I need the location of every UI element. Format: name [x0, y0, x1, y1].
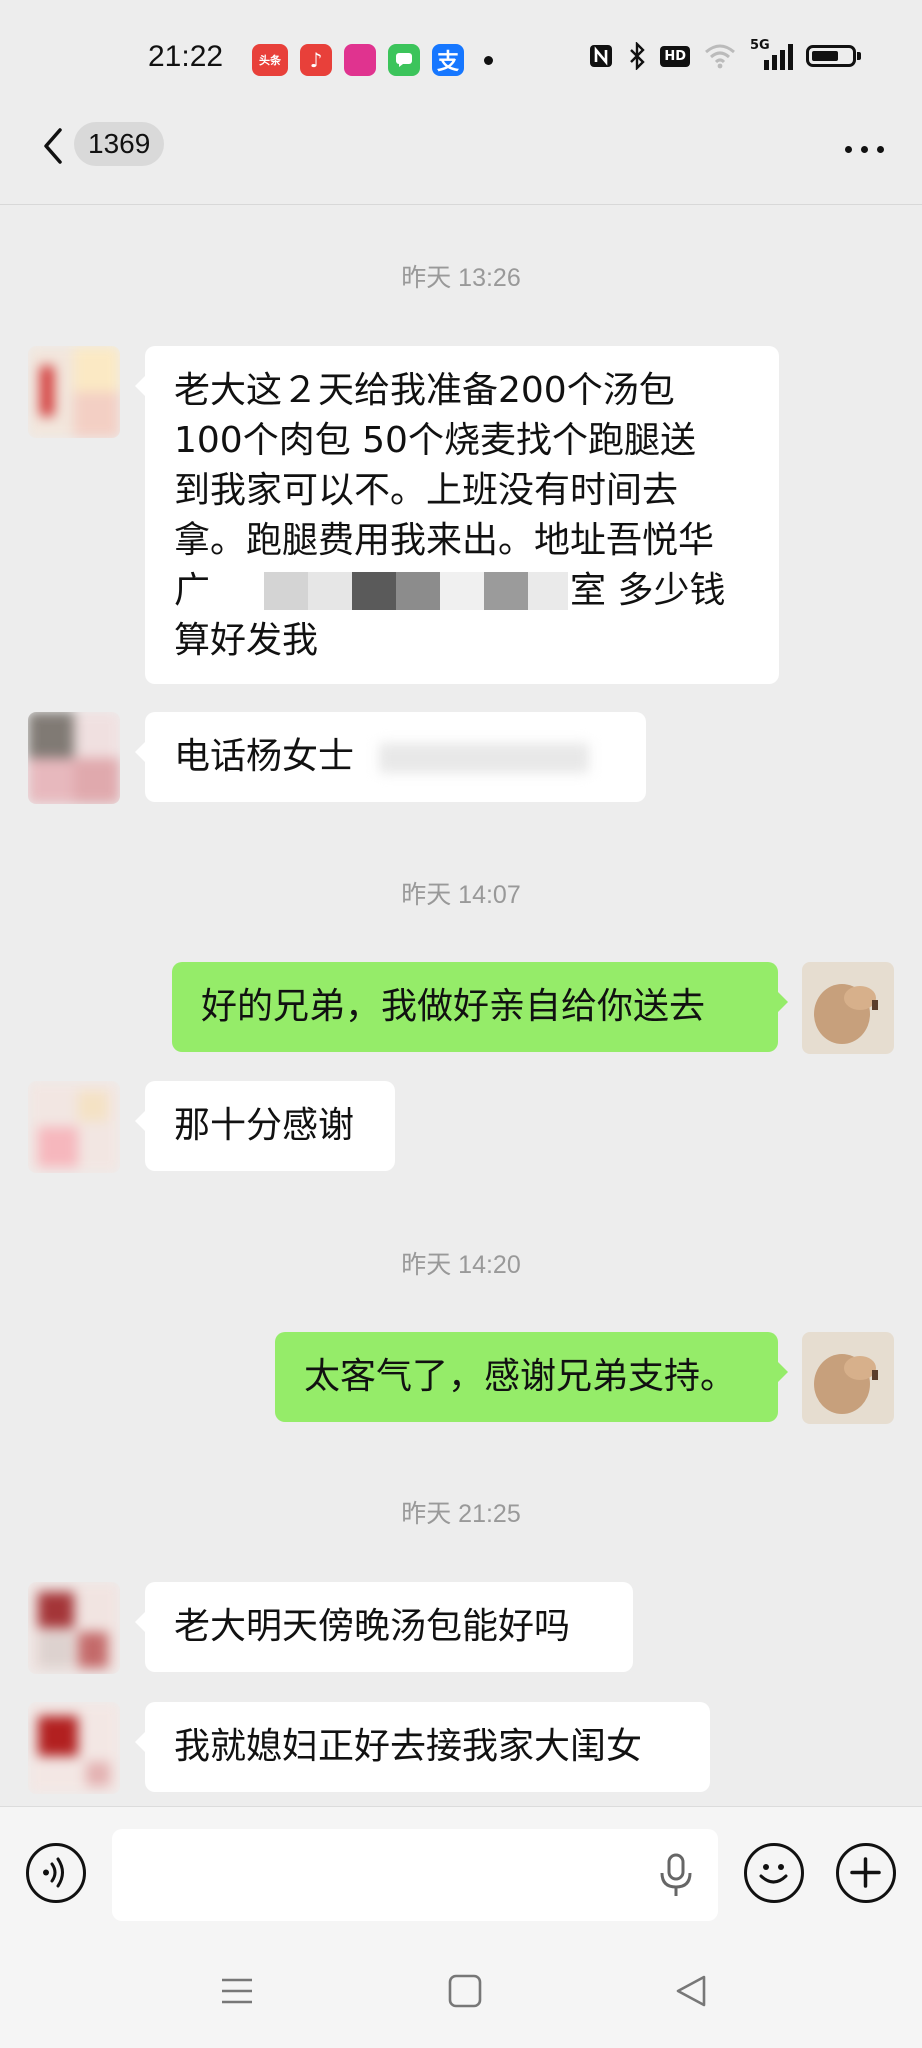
back-nav-icon[interactable] [674, 1974, 708, 2008]
more-notifications-dot [484, 55, 493, 65]
contact-avatar[interactable] [28, 346, 120, 438]
message-bubble[interactable]: 电话杨女士 [135, 712, 646, 802]
message-line: 到我家可以不。上班没有时间去 [174, 470, 679, 511]
contact-avatar[interactable] [28, 1582, 120, 1674]
chat-input-bar [0, 1806, 922, 1927]
redaction-mosaic [264, 572, 568, 610]
message-line: 老大这２天给我准备200个汤包 [174, 370, 675, 411]
bluetooth-icon [630, 42, 646, 70]
smiley-icon [759, 1864, 788, 1884]
timestamp: 昨天 14:07 [401, 881, 521, 909]
home-icon[interactable] [448, 1974, 482, 2008]
voice-waves-icon [43, 1857, 64, 1888]
nfc-icon [590, 45, 613, 67]
message-bubble[interactable]: 那十分感谢 [135, 1081, 395, 1171]
message-line: 算好发我 [174, 620, 319, 661]
redacted-phone-number [379, 743, 590, 773]
message-bubble[interactable]: 老大这２天给我准备200个汤包 100个肉包 50个烧麦找个跑腿送 到我家可以不… [135, 346, 779, 684]
notification-app-icons: 头条 ♪ 支 [252, 44, 493, 76]
contact-avatar[interactable] [28, 1702, 120, 1794]
hd-icon: HD [660, 45, 690, 67]
message-bubble[interactable]: 我就媳妇正好去接我家大闺女 [135, 1702, 710, 1792]
menu-icon[interactable] [220, 1976, 254, 2006]
timestamp: 昨天 13:26 [401, 264, 521, 292]
message-line: 拿。跑腿费用我来出。地址吾悦华 [174, 520, 715, 561]
message-bubble-self[interactable]: 太客气了，感谢兄弟支持。 [275, 1332, 788, 1422]
self-avatar[interactable] [802, 962, 894, 1054]
status-bar: 21:22 头条 ♪ 支 HD 5G [0, 0, 922, 120]
cellular-signal-icon: 5G [750, 38, 793, 70]
battery-icon [806, 45, 861, 67]
back-arrow-icon[interactable] [34, 124, 78, 168]
plus-icon [850, 1857, 881, 1888]
more-options-icon[interactable] [845, 146, 884, 153]
system-navigation-bar [0, 1926, 922, 2048]
system-status-icons: HD 5G [588, 38, 861, 70]
microphone-icon[interactable] [658, 1853, 694, 1899]
voice-mode-button[interactable] [26, 1843, 86, 1903]
contact-avatar[interactable] [28, 1081, 120, 1173]
messages-icon [388, 44, 420, 76]
timestamp: 昨天 21:25 [401, 1500, 521, 1528]
music-icon: ♪ [300, 44, 332, 76]
toutiao-icon: 头条 [252, 44, 288, 76]
unread-count-badge[interactable]: 1369 [74, 122, 165, 166]
message-line-redacted: 广 室 多少钱 [174, 570, 726, 611]
contact-avatar[interactable] [28, 712, 120, 804]
message-line: 100个肉包 50个烧麦找个跑腿送 [174, 420, 696, 461]
message-bubble-self[interactable]: 好的兄弟，我做好亲自给你送去 [172, 962, 788, 1052]
self-avatar[interactable] [802, 1332, 894, 1424]
wifi-icon [705, 44, 735, 69]
status-time: 21:22 [148, 40, 224, 73]
shop-icon [344, 44, 376, 76]
timestamp: 昨天 14:20 [401, 1251, 521, 1279]
message-bubble[interactable]: 老大明天傍晚汤包能好吗 [135, 1582, 633, 1672]
plus-button[interactable] [836, 1843, 896, 1903]
alipay-icon: 支 [432, 44, 464, 76]
message-input[interactable] [112, 1829, 718, 1921]
emoji-button[interactable] [744, 1843, 804, 1903]
